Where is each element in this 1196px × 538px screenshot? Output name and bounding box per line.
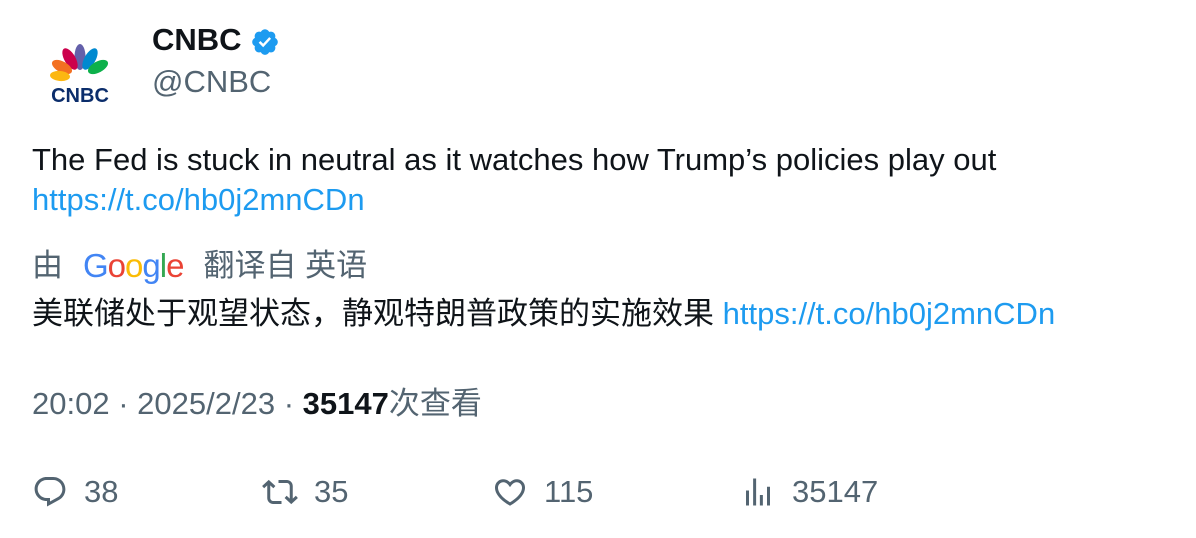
analytics-icon (746, 478, 770, 506)
retweet-count: 35 (314, 474, 349, 509)
retweet-icon (262, 479, 298, 505)
tweet-time[interactable]: 20:02 (32, 386, 110, 421)
author-name-row: CNBC (152, 20, 280, 60)
reply-count: 38 (84, 474, 119, 509)
heart-icon (494, 479, 526, 506)
avatar[interactable]: CNBC (32, 27, 128, 123)
translated-link[interactable]: https://t.co/hb0j2mnCDn (723, 296, 1056, 331)
retweet-button[interactable]: 35 (262, 471, 348, 513)
views-action-count: 35147 (792, 474, 879, 509)
views-label: 次查看 (388, 386, 482, 421)
views-count: 35147 (302, 386, 389, 421)
views-button[interactable]: 35147 (740, 471, 878, 513)
author-handle[interactable]: @CNBC (152, 62, 271, 102)
tweet-date[interactable]: 2025/2/23 (137, 386, 275, 421)
translated-text: 美联储处于观望状态，静观特朗普政策的实施效果 https://t.co/hb0j… (32, 294, 1172, 334)
translated-by-label: 由 (32, 248, 63, 283)
tweet-link[interactable]: https://t.co/hb0j2mnCDn (32, 182, 365, 217)
meta-separator: · (118, 386, 129, 421)
like-count: 115 (544, 474, 594, 509)
translated-from-label: 翻译自 英语 (203, 248, 368, 283)
reply-button[interactable]: 38 (32, 471, 118, 513)
action-bar: 38 35 115 35147 (0, 471, 1196, 513)
translated-body: 美联储处于观望状态，静观特朗普政策的实施效果 (32, 296, 714, 331)
reply-icon (34, 477, 66, 507)
svg-text:CNBC: CNBC (51, 85, 109, 107)
tweet-text: The Fed is stuck in neutral as it watche… (32, 140, 1162, 220)
tweet-meta: 20:02 · 2025/2/23 · 35147次查看 (32, 384, 482, 424)
cnbc-peacock-logo-icon: CNBC (50, 44, 109, 107)
verified-badge-icon (251, 28, 278, 55)
meta-separator: · (283, 386, 295, 421)
translation-attribution: 由 Google 翻译自 英语 (32, 246, 367, 286)
google-logo: Google (83, 247, 184, 284)
tweet-body: The Fed is stuck in neutral as it watche… (32, 142, 997, 177)
display-name[interactable]: CNBC (152, 20, 242, 60)
like-button[interactable]: 115 (492, 471, 593, 513)
